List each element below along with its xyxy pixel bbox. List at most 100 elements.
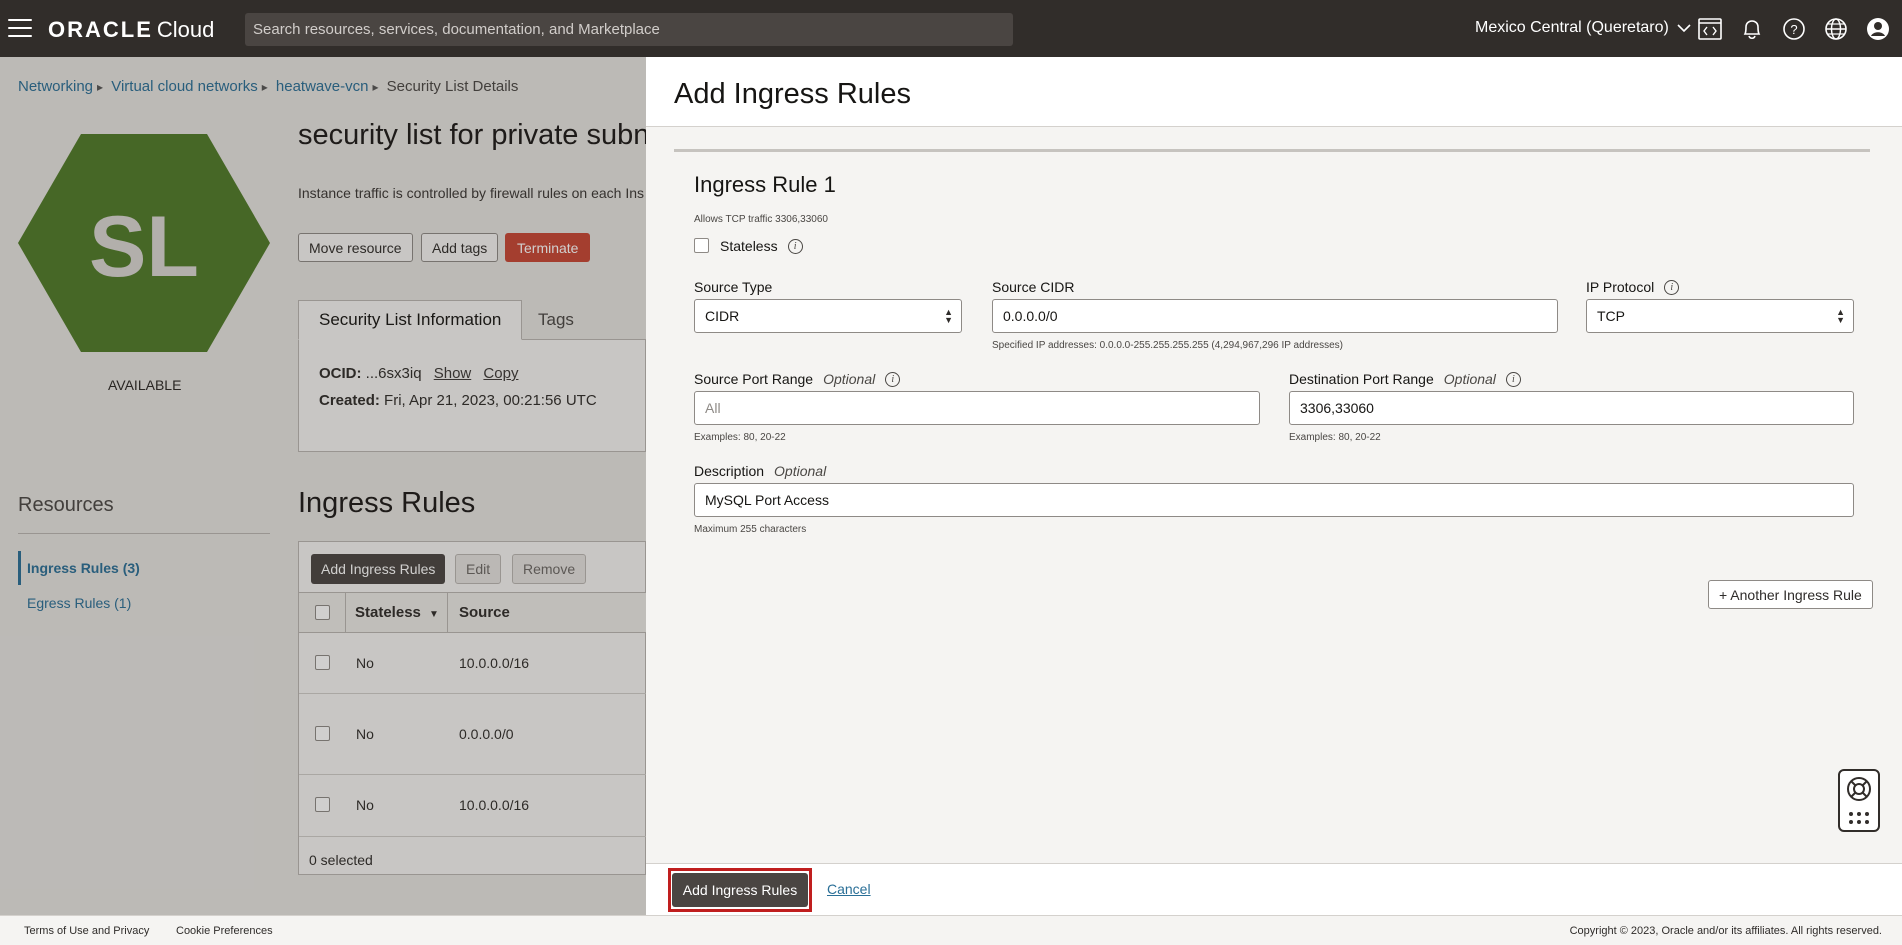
sidebar-item-ingress-rules[interactable]: Ingress Rules (3) [27,560,140,576]
sidebar-item-egress-rules[interactable]: Egress Rules (1) [27,595,131,611]
table-row: No 10.0.0.0/16 [299,633,647,694]
table-row: No 10.0.0.0/16 [299,775,647,837]
panel-title: Add Ingress Rules [674,78,911,110]
bell-icon[interactable] [1738,15,1766,43]
description-input[interactable]: MySQL Port Access [694,483,1854,517]
globe-icon[interactable] [1822,15,1850,43]
page-footer: Terms of Use and Privacy Cookie Preferen… [0,915,1902,945]
page-description: Instance traffic is controlled by firewa… [298,185,645,201]
panel-footer: Add Ingress Rules Cancel [646,863,1902,915]
info-icon[interactable]: i [885,371,901,387]
copyright-text: Copyright © 2023, Oracle and/or its affi… [1569,925,1882,937]
column-separator [345,593,346,632]
info-icon[interactable]: i [1664,279,1680,295]
badge-text: SL [89,199,199,295]
breadcrumb: Networking ▸ Virtual cloud networks ▸ heat… [18,78,519,95]
another-ingress-rule-button[interactable]: + Another Ingress Rule [1708,580,1873,609]
source-cidr-label: Source CIDR [992,279,1075,295]
ocid-row: OCID: ...6sx3iq Show Copy [319,365,519,382]
destination-port-hint: Examples: 80, 20-22 [1289,432,1381,443]
stateless-checkbox[interactable] [694,238,709,253]
breadcrumb-networking[interactable]: Networking [18,78,93,95]
security-list-details-page: Networking ▸ Virtual cloud networks ▸ heat… [0,57,665,915]
menu-icon[interactable] [8,17,32,39]
region-selector[interactable]: Mexico Central (Queretaro) [1475,19,1691,37]
source-port-input[interactable]: All [694,391,1260,425]
status-label: AVAILABLE [108,377,182,393]
add-ingress-rules-panel: Add Ingress Rules Ingress Rule 1 Allows … [646,57,1902,915]
search-input[interactable] [245,13,1013,46]
destination-port-input[interactable]: 3306,33060 [1289,391,1854,425]
tab-security-list-information[interactable]: Security List Information [298,300,523,340]
add-ingress-rules-button[interactable]: Add Ingress Rules [311,554,446,584]
cancel-link[interactable]: Cancel [827,881,871,897]
source-port-label: Source Port Range Optional i [694,371,901,387]
terminate-button[interactable]: Terminate [505,233,591,262]
select-arrows-icon: ▲ ▼ [1836,307,1845,325]
page-title: security list for private subne [298,119,666,151]
source-type-select[interactable]: CIDR ▲ ▼ [694,299,962,333]
terms-link[interactable]: Terms of Use and Privacy [24,925,149,937]
source-value: 10.0.0.0/16 [459,655,530,671]
security-list-badge: SL [18,134,270,352]
divider [18,533,270,534]
column-stateless[interactable]: Stateless ▼ [355,604,439,621]
copy-ocid-link[interactable]: Copy [483,365,518,382]
sort-down-icon: ▼ [429,609,439,620]
add-tags-button[interactable]: Add tags [421,233,499,262]
show-ocid-link[interactable]: Show [434,365,472,382]
ip-protocol-label: IP Protocol i [1586,279,1680,295]
user-icon[interactable] [1864,15,1892,43]
resources-heading: Resources [18,494,114,516]
remove-button[interactable]: Remove [512,554,587,584]
description-label: Description Optional [694,463,827,479]
select-arrows-icon: ▲ ▼ [944,307,953,325]
source-value: 0.0.0.0/0 [459,726,514,742]
rule-subtitle: Allows TCP traffic 3306,33060 [694,214,828,225]
source-cidr-input[interactable]: 0.0.0.0/0 [992,299,1558,333]
edit-button[interactable]: Edit [455,554,502,584]
created-row: Created: Fri, Apr 21, 2023, 00:21:56 UTC [319,392,597,409]
table-header: Stateless ▼ Source [299,592,647,633]
column-source[interactable]: Source [459,604,510,621]
source-value: 10.0.0.0/16 [459,797,530,813]
row-checkbox[interactable] [315,726,330,741]
active-indicator [18,551,21,585]
rule-title: Ingress Rule 1 [694,172,836,197]
info-icon[interactable]: i [1505,371,1521,387]
help-widget[interactable] [1838,769,1880,832]
top-navigation-bar: ORACLECloud Mexico Central (Queretaro) ? [0,0,1902,57]
add-ingress-rules-submit-button[interactable]: Add Ingress Rules [672,873,808,907]
help-icon[interactable]: ? [1780,15,1808,43]
svg-text:?: ? [1790,22,1797,37]
section-heading: Ingress Rules [298,487,476,519]
ingress-rules-table: Add Ingress Rules Edit Remove Stateless … [298,541,647,875]
description-hint: Maximum 255 characters [694,524,807,535]
column-separator [447,593,448,632]
breadcrumb-vcns[interactable]: Virtual cloud networks [111,78,257,95]
chevron-down-icon [1677,24,1691,33]
breadcrumb-current: Security List Details [386,78,519,95]
stateless-value: No [356,726,374,742]
info-panel: OCID: ...6sx3iq Show Copy Created: Fri, … [298,340,646,452]
stateless-value: No [356,797,374,813]
detail-tabs: Security List Information Tags [298,300,646,340]
info-icon[interactable]: i [787,238,803,254]
stateless-label: Stateless i [720,238,803,254]
source-type-label: Source Type [694,279,773,295]
cloud-shell-icon[interactable] [1696,15,1724,43]
breadcrumb-vcn[interactable]: heatwave-vcn [276,78,369,95]
tab-tags[interactable]: Tags [518,300,594,340]
oracle-cloud-logo[interactable]: ORACLE Cloud [48,17,214,43]
row-checkbox[interactable] [315,655,330,670]
cookie-preferences-link[interactable]: Cookie Preferences [176,925,273,937]
selected-count: 0 selected [309,852,373,868]
move-resource-button[interactable]: Move resource [298,233,413,262]
stateless-value: No [356,655,374,671]
select-all-checkbox[interactable] [315,605,330,620]
destination-port-label: Destination Port Range Optional i [1289,371,1521,387]
region-label: Mexico Central (Queretaro) [1475,19,1669,36]
source-port-hint: Examples: 80, 20-22 [694,432,786,443]
ip-protocol-select[interactable]: TCP ▲ ▼ [1586,299,1854,333]
row-checkbox[interactable] [315,797,330,812]
